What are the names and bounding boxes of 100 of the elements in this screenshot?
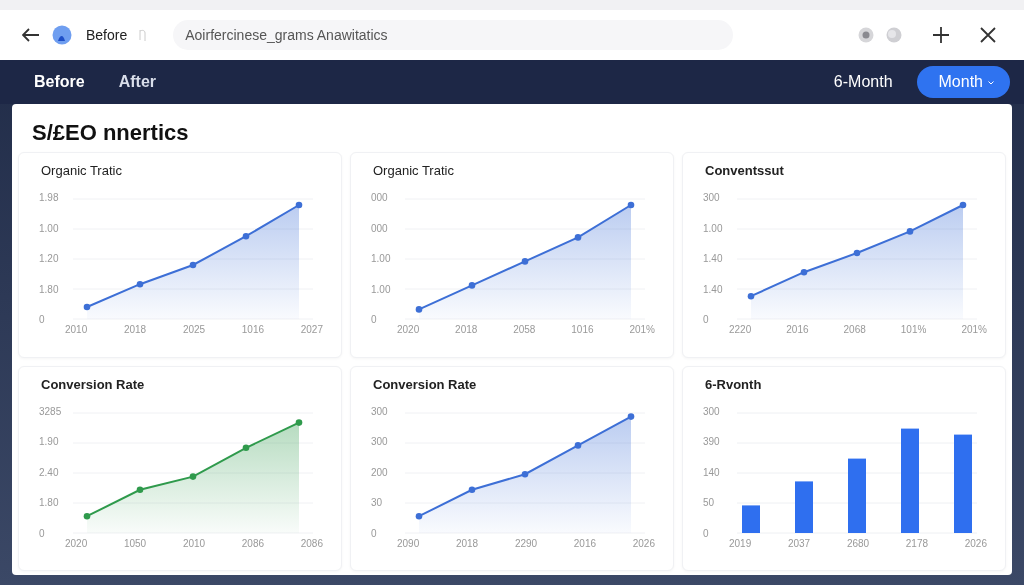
x-axis-label: 2010 xyxy=(182,537,206,549)
tab-separator-icon xyxy=(139,28,148,42)
y-axis-label: 300 xyxy=(703,192,721,204)
x-axis-label: 1016 xyxy=(241,324,265,335)
dot-icon[interactable] xyxy=(858,27,874,43)
y-axis-label: 30 xyxy=(371,497,384,509)
chart-title: 6-Rvonth xyxy=(705,376,763,392)
data-point xyxy=(521,258,529,265)
close-icon[interactable] xyxy=(980,27,996,43)
plus-icon[interactable] xyxy=(932,26,950,44)
x-axis-label: 2290 xyxy=(514,537,538,549)
chart-title: Conversion Rate xyxy=(41,376,146,392)
dot-icon[interactable] xyxy=(886,27,902,43)
x-axis-label: 2026 xyxy=(964,537,987,549)
y-axis-label: 0 xyxy=(703,527,710,540)
x-axis-label: 2086 xyxy=(241,537,265,549)
data-point xyxy=(468,486,476,493)
y-axis-label: 2.40 xyxy=(39,466,60,479)
y-axis-label: 1.80 xyxy=(39,497,60,509)
x-axis-label: 2037 xyxy=(787,537,811,549)
data-point xyxy=(189,472,197,480)
y-axis-label: 1.90 xyxy=(39,436,60,448)
data-point xyxy=(242,232,250,240)
y-axis-label: 1.80 xyxy=(39,283,60,296)
x-axis-label: 1016 xyxy=(571,324,594,335)
y-axis-label: 1.00 xyxy=(39,222,60,235)
back-arrow-icon[interactable] xyxy=(22,28,40,42)
nav-tab[interactable]: Before xyxy=(20,69,99,95)
y-axis-label: 1.40 xyxy=(703,253,724,265)
address-field[interactable]: Aoirfercinese_grams Anawitatics xyxy=(173,20,734,50)
y-axis-label: 0 xyxy=(703,314,710,326)
data-point xyxy=(415,306,423,313)
y-axis-label: 300 xyxy=(703,405,721,418)
chart-title: Organic Tratic xyxy=(373,163,455,178)
site-icon xyxy=(52,25,72,45)
data-point xyxy=(800,268,808,276)
y-axis-label: 1.00 xyxy=(371,253,392,265)
data-point xyxy=(627,412,635,420)
x-axis-label: 2680 xyxy=(846,537,870,549)
x-axis-label: 2026 xyxy=(632,537,655,549)
x-axis-label: 2025 xyxy=(182,324,206,335)
x-axis-label: 2018 xyxy=(123,324,147,335)
data-point xyxy=(242,444,250,451)
y-axis-label: 000 xyxy=(371,192,389,204)
data-point xyxy=(627,201,635,209)
y-axis-label: 3285 xyxy=(39,405,63,418)
x-axis-label: 1050 xyxy=(123,537,147,549)
chart-title: Conventssut xyxy=(705,163,785,178)
x-axis-label: 2020 xyxy=(65,537,88,549)
x-axis-label: 2058 xyxy=(513,324,536,335)
x-axis-label: 2090 xyxy=(397,537,420,549)
x-axis-label: 2086 xyxy=(300,537,323,549)
y-axis-label: 0 xyxy=(39,314,46,326)
x-axis-label: 2018 xyxy=(455,324,478,335)
y-axis-label: 300 xyxy=(371,405,389,418)
period-button[interactable]: Month xyxy=(916,66,1010,98)
data-point xyxy=(853,249,861,257)
tab-label[interactable]: Before xyxy=(86,27,128,43)
data-point xyxy=(83,512,91,519)
data-point xyxy=(574,441,582,449)
data-point xyxy=(415,512,423,519)
y-axis-label: 140 xyxy=(703,466,721,479)
data-point xyxy=(906,228,914,235)
data-point xyxy=(521,470,529,477)
x-axis-label: 2178 xyxy=(905,537,929,549)
x-axis-label: 101% xyxy=(900,324,927,335)
x-axis-label: 2019 xyxy=(729,537,752,549)
data-point xyxy=(468,282,476,289)
y-axis-label: 0 xyxy=(371,314,378,326)
data-point xyxy=(295,201,303,209)
period-button[interactable]: 6-Month xyxy=(815,66,911,98)
y-axis-label: 0 xyxy=(39,527,46,540)
data-point xyxy=(136,486,144,493)
x-axis-label: 2068 xyxy=(843,324,866,335)
dashboard-title: S/£EO nnertics xyxy=(32,120,190,146)
y-axis-label: 50 xyxy=(703,497,716,509)
y-axis-label: 0 xyxy=(371,527,378,540)
y-axis-label: 1.98 xyxy=(39,192,60,204)
data-point xyxy=(574,234,582,241)
data-point xyxy=(959,201,967,209)
x-axis-label: 2010 xyxy=(65,324,88,335)
y-axis-label: 200 xyxy=(371,466,389,479)
y-axis-label: 1.20 xyxy=(39,253,60,265)
x-axis-label: 2027 xyxy=(300,324,323,335)
chart-title: Organic Tratic xyxy=(41,163,123,178)
x-axis-label: 2220 xyxy=(729,324,752,335)
x-axis-label: 2016 xyxy=(573,537,597,549)
y-axis-label: 300 xyxy=(371,436,389,448)
y-axis-label: 1.00 xyxy=(371,283,392,296)
y-axis-label: 1.40 xyxy=(703,283,724,296)
nav-tab[interactable]: After xyxy=(104,69,171,95)
y-axis-label: 000 xyxy=(371,222,389,235)
x-axis-label: 2018 xyxy=(455,537,479,549)
y-axis-label: 1.00 xyxy=(703,222,724,235)
caret-icon xyxy=(988,81,994,85)
data-point xyxy=(295,418,303,426)
data-point xyxy=(189,261,197,269)
data-point xyxy=(83,303,91,311)
x-axis-label: 201% xyxy=(629,324,655,335)
data-point xyxy=(747,292,755,300)
